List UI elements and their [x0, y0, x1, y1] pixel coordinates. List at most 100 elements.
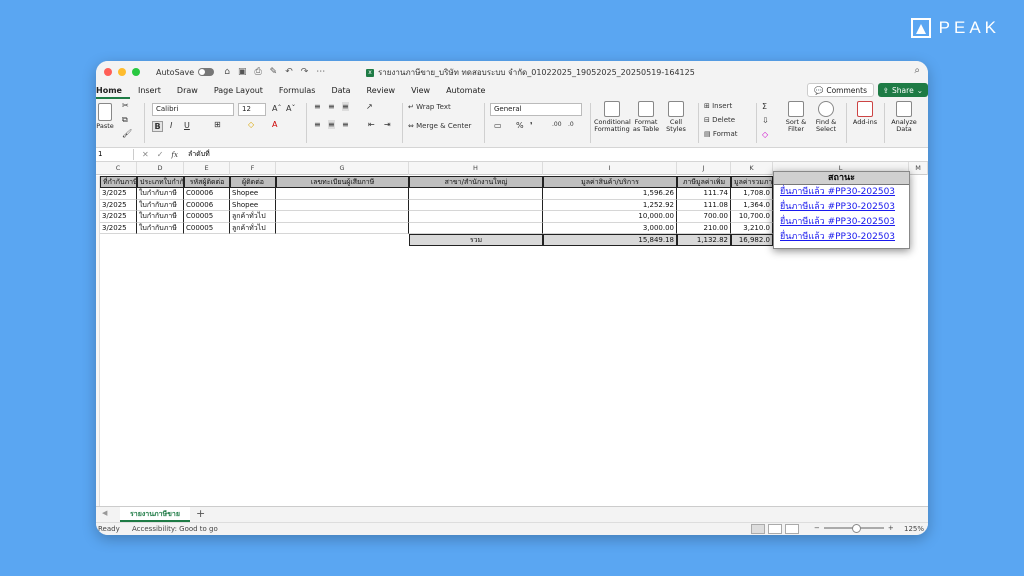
close-window-button[interactable] — [104, 68, 112, 76]
cancel-icon[interactable]: ✕ — [142, 150, 149, 159]
conditional-formatting-button[interactable]: Conditional Formatting — [594, 101, 631, 133]
align-bottom-icon[interactable]: ≡ — [342, 102, 349, 111]
table-cell[interactable]: 1,364.0 — [731, 199, 773, 211]
total-cell[interactable]: 15,849.18 — [543, 234, 677, 246]
autosum-icon[interactable]: Σ — [762, 102, 767, 111]
status-link[interactable]: ยื่นภาษีแล้ว #PP30-202503 — [774, 230, 909, 245]
print-icon[interactable]: ⎙ — [254, 67, 261, 77]
add-ins-button[interactable]: Add-ins — [850, 101, 880, 126]
table-cell[interactable]: 1,252.92 — [543, 199, 677, 211]
align-right-icon[interactable]: ≡ — [342, 120, 349, 129]
tab-view[interactable]: View — [403, 83, 438, 99]
column-header-f[interactable]: F — [230, 162, 276, 175]
prev-sheet-icon[interactable]: ◀ — [102, 509, 107, 517]
header-cell[interactable]: มูลค่ารวมภา — [731, 176, 773, 188]
autosave-toggle[interactable] — [198, 68, 215, 76]
comma-style-icon[interactable]: ❜ — [530, 121, 533, 130]
increase-indent-icon[interactable]: ⇥ — [384, 120, 391, 129]
font-color-icon[interactable]: A — [272, 120, 277, 129]
total-label[interactable]: รวม — [409, 234, 543, 246]
column-header-c[interactable]: C — [100, 162, 137, 175]
table-cell[interactable]: 3/2025 — [100, 222, 137, 234]
tab-home[interactable]: Home — [96, 83, 130, 99]
percent-style-icon[interactable]: % — [516, 121, 524, 130]
fill-icon[interactable]: ⇩ — [762, 116, 769, 125]
format-cells-button[interactable]: ▤ Format — [704, 130, 738, 138]
undo-icon[interactable]: ↶ — [285, 67, 293, 77]
total-cell[interactable]: 1,132.82 — [677, 234, 731, 246]
header-cell[interactable]: มูลค่าสินค้า/บริการ — [543, 176, 677, 188]
table-cell[interactable]: 3,210.0 — [731, 222, 773, 234]
fill-color-icon[interactable]: ◇ — [248, 120, 254, 129]
decrease-decimal-icon[interactable]: .0 — [568, 121, 574, 128]
table-cell[interactable] — [409, 199, 543, 211]
table-cell[interactable]: 10,000.00 — [543, 211, 677, 223]
table-cell[interactable]: 3/2025 — [100, 188, 137, 200]
table-cell[interactable]: C00005 — [184, 211, 230, 223]
minimize-window-button[interactable] — [118, 68, 126, 76]
tab-automate[interactable]: Automate — [438, 83, 493, 99]
table-cell[interactable] — [276, 188, 409, 200]
borders-icon[interactable]: ⊞ — [214, 120, 221, 129]
table-cell[interactable]: ใบกำกับภาษี — [137, 188, 184, 200]
home-icon[interactable]: ⌂ — [224, 67, 230, 77]
table-cell[interactable]: 3/2025 — [100, 199, 137, 211]
status-link[interactable]: ยื่นภาษีแล้ว #PP30-202503 — [774, 215, 909, 230]
copy-icon[interactable]: ⧉ — [122, 115, 128, 125]
insert-cells-button[interactable]: ⊞ Insert — [704, 102, 732, 110]
tab-formulas[interactable]: Formulas — [271, 83, 324, 99]
paste-button[interactable]: Paste — [96, 103, 114, 130]
status-link[interactable]: ยื่นภาษีแล้ว #PP30-202503 — [774, 185, 909, 200]
status-link[interactable]: ยื่นภาษีแล้ว #PP30-202503 — [774, 200, 909, 215]
tab-page-layout[interactable]: Page Layout — [206, 83, 271, 99]
header-cell[interactable]: ภาษีมูลค่าเพิ่ม — [677, 176, 731, 188]
header-cell[interactable]: ผู้ติดต่อ — [230, 176, 276, 188]
tab-review[interactable]: Review — [359, 83, 404, 99]
bold-button[interactable]: B — [152, 121, 163, 132]
normal-view-icon[interactable] — [751, 524, 765, 534]
insert-function-icon[interactable]: fx — [171, 151, 178, 159]
comments-button[interactable]: 💬 Comments — [807, 83, 874, 97]
accounting-format-icon[interactable]: ▭ — [494, 121, 502, 130]
header-cell[interactable]: สาขา/สำนักงานใหญ่ — [409, 176, 543, 188]
share-button[interactable]: ⇪ Share ⌄ — [877, 83, 928, 97]
number-format-select[interactable]: General — [490, 103, 582, 116]
decrease-indent-icon[interactable]: ⇤ — [368, 120, 375, 129]
column-header-k[interactable]: K — [731, 162, 773, 175]
table-cell[interactable]: 210.00 — [677, 222, 731, 234]
cell-styles-button[interactable]: Cell Styles — [662, 101, 690, 133]
page-layout-view-icon[interactable] — [768, 524, 782, 534]
column-header-i[interactable]: I — [543, 162, 677, 175]
name-box[interactable]: 1 — [96, 149, 134, 160]
wrap-text-button[interactable]: ↵ Wrap Text — [408, 103, 451, 111]
tab-insert[interactable]: Insert — [130, 83, 169, 99]
edit-icon[interactable]: ✎ — [270, 67, 278, 77]
table-cell[interactable]: C00006 — [184, 188, 230, 200]
redo-icon[interactable]: ↷ — [301, 67, 309, 77]
table-cell[interactable]: ลูกค้าทั่วไป — [230, 222, 276, 234]
table-cell[interactable] — [276, 222, 409, 234]
table-cell[interactable]: 700.00 — [677, 211, 731, 223]
header-cell[interactable]: รหัสผู้ติดต่อ — [184, 176, 230, 188]
italic-button[interactable]: I — [170, 121, 172, 130]
table-cell[interactable]: ลูกค้าทั่วไป — [230, 211, 276, 223]
align-center-icon[interactable]: ≡ — [328, 120, 335, 129]
column-header-e[interactable]: E — [184, 162, 230, 175]
zoom-in-icon[interactable]: + — [888, 524, 894, 532]
zoom-out-icon[interactable]: − — [814, 524, 820, 532]
sort-filter-button[interactable]: Sort & Filter — [782, 101, 810, 133]
format-painter-icon[interactable]: 🖌 — [122, 129, 132, 138]
add-sheet-icon[interactable]: + — [196, 507, 205, 521]
header-cell[interactable]: เลขทะเบียนผู้เสียภาษี — [276, 176, 409, 188]
save-icon[interactable]: ▣ — [238, 67, 247, 77]
increase-decimal-icon[interactable]: .00 — [552, 121, 562, 128]
zoom-slider[interactable] — [823, 524, 884, 533]
table-cell[interactable] — [409, 188, 543, 200]
table-cell[interactable]: 1,596.26 — [543, 188, 677, 200]
font-size-select[interactable]: 12 — [238, 103, 266, 116]
table-cell[interactable] — [276, 211, 409, 223]
clear-icon[interactable]: ◇ — [762, 130, 768, 139]
maximize-window-button[interactable] — [132, 68, 140, 76]
table-cell[interactable]: 10,700.0 — [731, 211, 773, 223]
page-break-view-icon[interactable] — [785, 524, 799, 534]
